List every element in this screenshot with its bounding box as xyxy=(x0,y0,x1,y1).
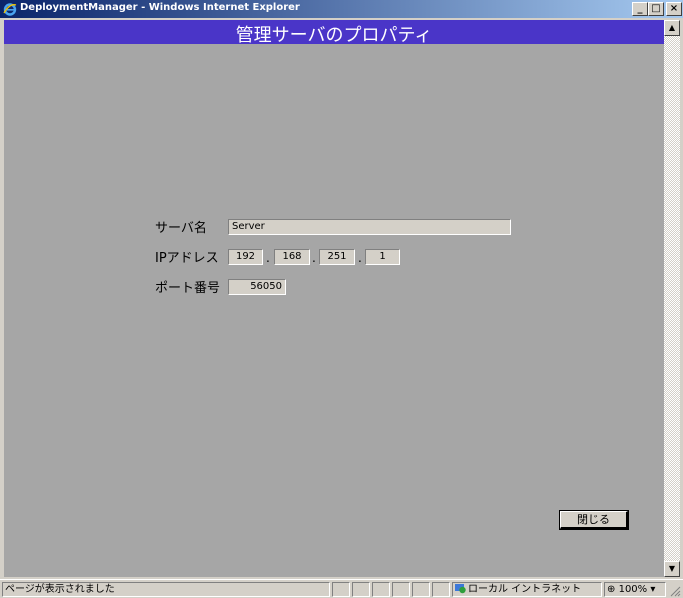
ip-separator: . xyxy=(358,251,362,265)
status-message: ページが表示されました xyxy=(2,582,330,597)
resize-grip-icon[interactable] xyxy=(668,584,681,597)
ip-separator: . xyxy=(266,251,270,265)
ip-octet-2-field[interactable]: 168 xyxy=(274,249,310,265)
server-name-field[interactable]: Server xyxy=(228,219,511,235)
window-title: DeploymentManager - Windows Internet Exp… xyxy=(20,2,300,13)
security-zone-label: ローカル イントラネット xyxy=(468,584,582,595)
page-title: 管理サーバのプロパティ xyxy=(235,25,433,46)
security-zone[interactable]: ローカル イントラネット xyxy=(452,582,602,597)
vertical-scrollbar[interactable]: ▲ ▼ xyxy=(664,20,680,577)
status-bar: ページが表示されました ローカル イントラネット ⊕ 100% ▾ xyxy=(0,579,683,598)
status-pane xyxy=(332,582,350,597)
ip-octet-4-field[interactable]: 1 xyxy=(365,249,400,265)
ip-octet-1-field[interactable]: 192 xyxy=(228,249,263,265)
title-bar[interactable]: DeploymentManager - Windows Internet Exp… xyxy=(0,0,683,18)
page-content: 管理サーバのプロパティ サーバ名 Server IPアドレス 192 . 168… xyxy=(4,20,664,577)
status-pane xyxy=(372,582,390,597)
ip-address-label: IPアドレス xyxy=(155,251,219,266)
server-name-label: サーバ名 xyxy=(155,221,207,236)
status-pane xyxy=(432,582,450,597)
browser-window: DeploymentManager - Windows Internet Exp… xyxy=(0,0,683,598)
zoom-dropdown-icon[interactable]: ▾ xyxy=(650,584,655,595)
page-header: 管理サーバのプロパティ xyxy=(4,20,664,46)
intranet-globe-icon xyxy=(455,584,466,594)
scroll-down-arrow-icon[interactable]: ▼ xyxy=(664,561,680,577)
status-pane xyxy=(352,582,370,597)
ip-separator: . xyxy=(312,251,316,265)
port-number-label: ポート番号 xyxy=(155,281,221,296)
zoom-level-value: 100% xyxy=(618,584,648,595)
zoom-level[interactable]: ⊕ 100% ▾ xyxy=(604,582,666,597)
ip-octet-3-field[interactable]: 251 xyxy=(319,249,355,265)
status-pane xyxy=(412,582,430,597)
close-button[interactable]: 閉じる xyxy=(559,510,629,530)
port-number-field[interactable]: 56050 xyxy=(228,279,286,295)
zoom-icon: ⊕ xyxy=(607,584,616,595)
maximize-button[interactable]: □ xyxy=(648,2,664,16)
minimize-button[interactable]: _ xyxy=(632,2,648,16)
status-pane xyxy=(392,582,410,597)
internet-explorer-icon xyxy=(3,3,17,16)
close-window-button[interactable]: × xyxy=(666,2,682,16)
scroll-up-arrow-icon[interactable]: ▲ xyxy=(664,20,680,36)
